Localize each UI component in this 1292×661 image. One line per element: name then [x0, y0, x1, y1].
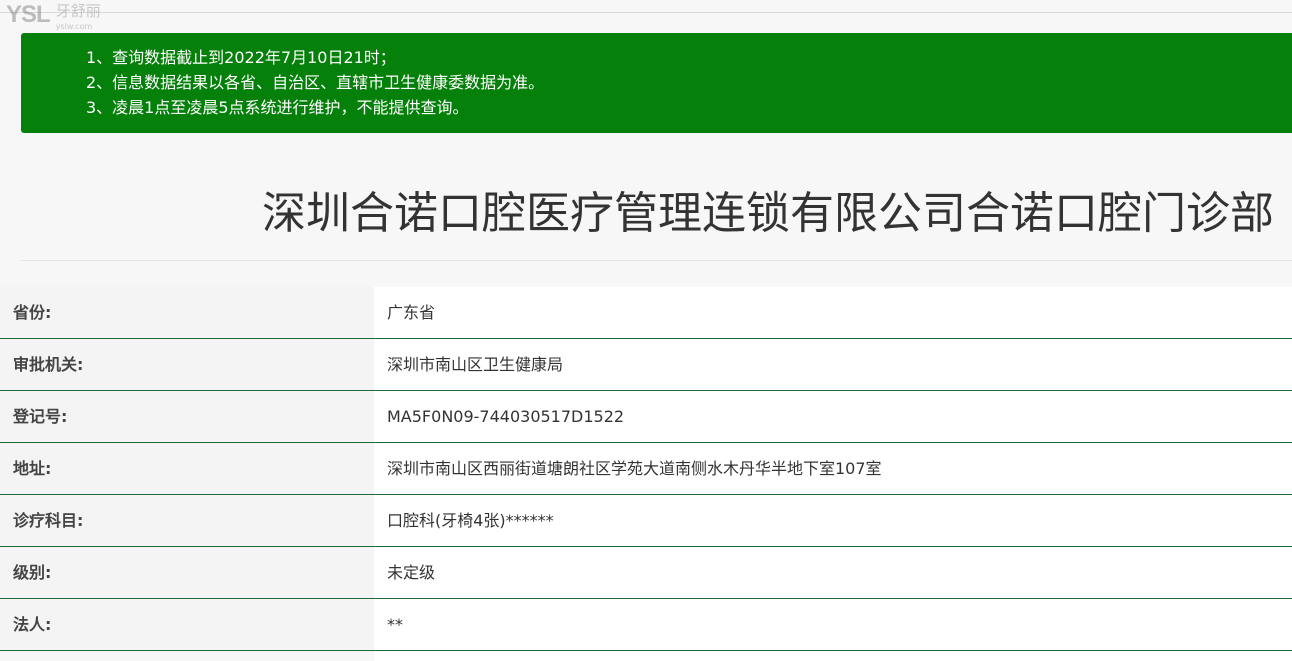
info-label: 法人:: [0, 599, 374, 650]
info-row-province: 省份: 广东省: [0, 287, 1292, 339]
info-value: 深圳市南山区西丽街道塘朗社区学苑大道南侧水木丹华半地下室107室: [374, 443, 1292, 494]
table-continuation: [374, 651, 1292, 661]
watermark-name: 牙舒丽: [55, 2, 101, 20]
info-row-approval-authority: 审批机关: 深圳市南山区卫生健康局: [0, 339, 1292, 391]
notice-banner: 1、查询数据截止到2022年7月10日21时； 2、信息数据结果以各省、自治区、…: [21, 33, 1292, 133]
info-row-legal-person: 法人: **: [0, 599, 1292, 651]
notice-line-3: 3、凌晨1点至凌晨5点系统进行维护，不能提供查询。: [86, 98, 469, 117]
page-title: 深圳合诺口腔医疗管理连锁有限公司合诺口腔门诊部: [262, 188, 1274, 239]
info-value: 广东省: [374, 287, 1292, 338]
info-value: 未定级: [374, 547, 1292, 598]
site-watermark-logo: YSL 牙舒丽 yslw.com: [6, 0, 101, 34]
info-table: 省份: 广东省 审批机关: 深圳市南山区卫生健康局 登记号: MA5F0N09-…: [0, 287, 1292, 651]
info-row-departments: 诊疗科目: 口腔科(牙椅4张)******: [0, 495, 1292, 547]
info-value: MA5F0N09-744030517D1522: [374, 391, 1292, 442]
info-label: 级别:: [0, 547, 374, 598]
info-value: 深圳市南山区卫生健康局: [374, 339, 1292, 390]
info-label: 登记号:: [0, 391, 374, 442]
watermark-brand: YSL: [6, 1, 51, 28]
info-label: 地址:: [0, 443, 374, 494]
page: YSL 牙舒丽 yslw.com 1、查询数据截止到2022年7月10日21时；…: [0, 0, 1292, 661]
title-divider: [21, 260, 1292, 261]
top-divider: [0, 12, 1292, 13]
info-label: 审批机关:: [0, 339, 374, 390]
notice-line-1: 1、查询数据截止到2022年7月10日21时；: [86, 48, 396, 67]
info-label: 诊疗科目:: [0, 495, 374, 546]
info-value: **: [374, 599, 1292, 650]
info-label: 省份:: [0, 287, 374, 338]
watermark-url: yslw.com: [55, 22, 93, 31]
notice-line-2: 2、信息数据结果以各省、自治区、直辖市卫生健康委数据为准。: [86, 73, 545, 92]
info-value: 口腔科(牙椅4张)******: [374, 495, 1292, 546]
info-row-registration-number: 登记号: MA5F0N09-744030517D1522: [0, 391, 1292, 443]
info-row-level: 级别: 未定级: [0, 547, 1292, 599]
info-row-address: 地址: 深圳市南山区西丽街道塘朗社区学苑大道南侧水木丹华半地下室107室: [0, 443, 1292, 495]
